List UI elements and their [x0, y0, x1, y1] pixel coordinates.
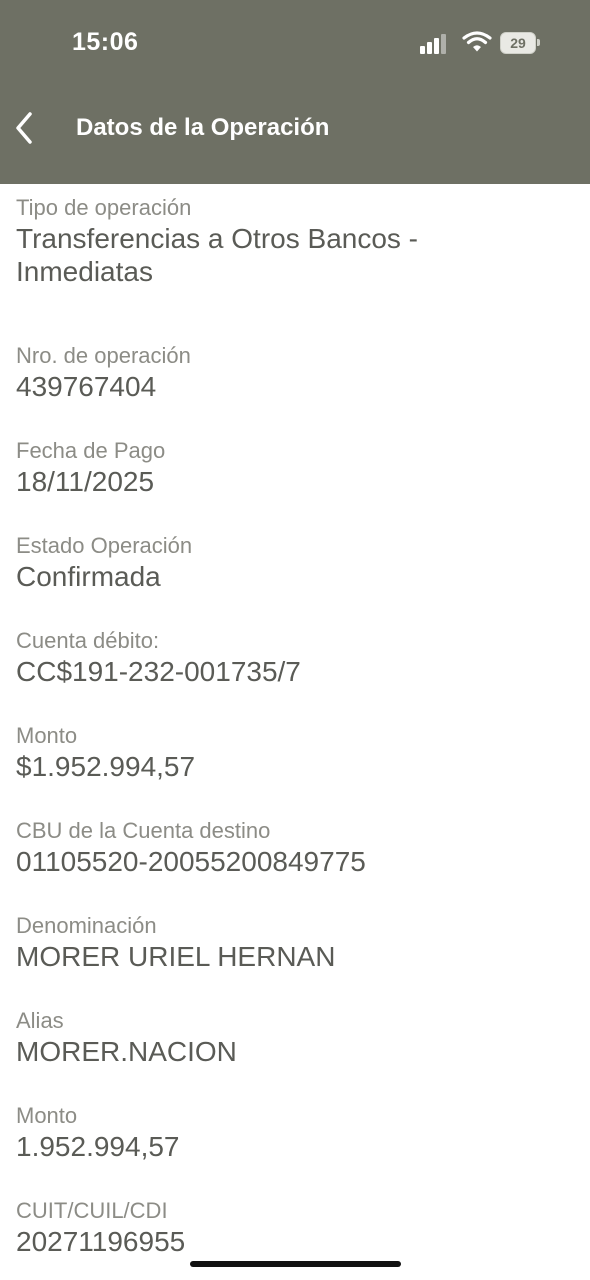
field-label: Nro. de operación [16, 343, 191, 368]
field-label: Estado Operación [16, 533, 193, 558]
field-cuenta-debito: Cuenta débito: CC$191-232-001735/7 [16, 627, 576, 688]
back-arrow-icon [16, 112, 32, 144]
field-label: Cuenta débito: [16, 628, 160, 653]
app-header: 15:06 29 Datos de la Operación [0, 0, 590, 184]
field-monto-2: Monto 1.952.994,57 [16, 1102, 576, 1163]
field-label: Tipo de operación [16, 195, 192, 220]
field-value: 439767404 [16, 371, 157, 402]
field-denominacion: Denominación MORER URIEL HERNAN [16, 912, 576, 973]
field-value: $1.952.994,57 [16, 751, 196, 782]
field-fecha-pago: Fecha de Pago 18/11/2025 [16, 437, 576, 498]
field-value: CC$191-232-001735/7 [16, 656, 301, 687]
field-value: 01105520-20055200849775 [16, 846, 366, 877]
field-value: 20271196955 [16, 1226, 186, 1257]
field-label: Alias [16, 1008, 64, 1033]
wifi-icon [462, 31, 492, 52]
battery-tip [537, 39, 540, 46]
field-label: CUIT/CUIL/CDI [16, 1198, 168, 1223]
field-monto: Monto $1.952.994,57 [16, 722, 576, 783]
field-tipo-operacion: Tipo de operación Transferencias a Otros… [16, 194, 576, 288]
field-label: Monto [16, 1103, 78, 1128]
home-indicator[interactable] [190, 1261, 401, 1267]
field-value: Confirmada [16, 561, 161, 592]
field-value: MORER.NACION [16, 1036, 237, 1067]
field-value: MORER URIEL HERNAN [16, 941, 336, 972]
field-label: CBU de la Cuenta destino [16, 818, 271, 843]
field-nro-operacion: Nro. de operación 439767404 [16, 342, 576, 403]
field-estado-operacion: Estado Operación Confirmada [16, 532, 576, 593]
field-cuit: CUIT/CUIL/CDI 20271196955 [16, 1197, 576, 1258]
signal-icon [420, 30, 456, 54]
battery-icon: 29 [500, 32, 536, 54]
operation-details: Tipo de operación Transferencias a Otros… [16, 194, 576, 1258]
field-alias: Alias MORER.NACION [16, 1007, 576, 1068]
field-value: Transferencias a Otros Bancos - Inmediat… [16, 223, 419, 287]
field-label: Denominación [16, 913, 157, 938]
field-value: 1.952.994,57 [16, 1131, 180, 1162]
page-title: Datos de la Operación [76, 114, 330, 141]
status-time: 15:06 [72, 28, 139, 56]
field-cbu-destino: CBU de la Cuenta destino 01105520-200552… [16, 817, 576, 878]
field-label: Fecha de Pago [16, 438, 166, 463]
back-button[interactable] [8, 108, 48, 148]
field-label: Monto [16, 723, 78, 748]
field-value: 18/11/2025 [16, 466, 155, 497]
